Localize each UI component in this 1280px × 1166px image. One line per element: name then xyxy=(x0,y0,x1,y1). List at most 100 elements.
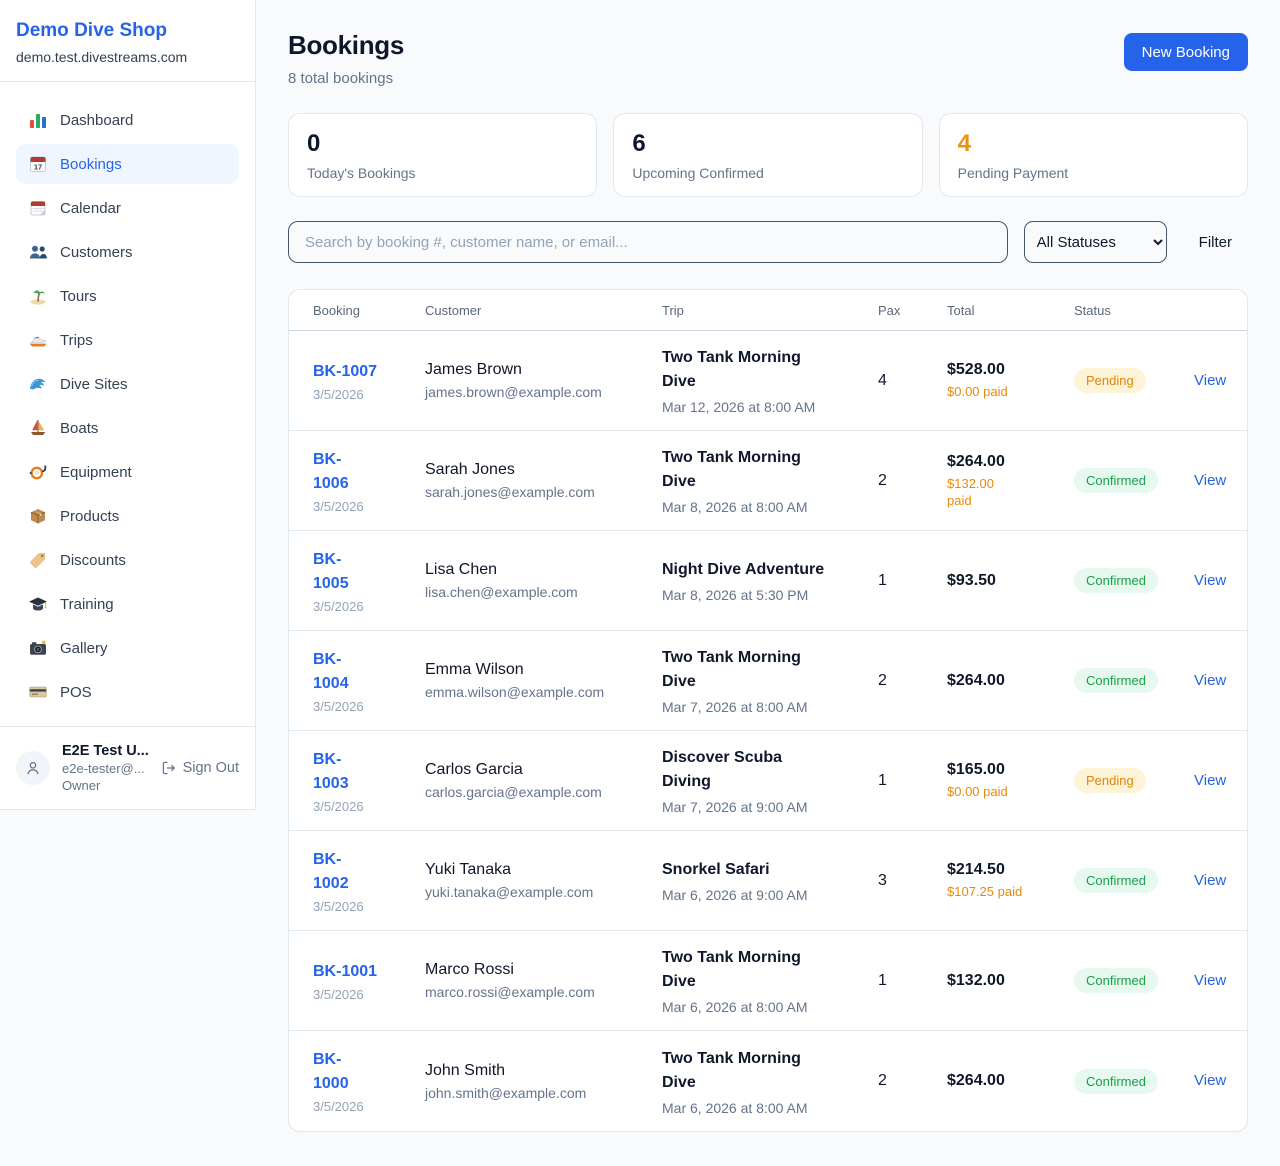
shop-name: Demo Dive Shop xyxy=(16,20,239,42)
view-cell: View xyxy=(1170,958,1247,1004)
stat-label: Pending Payment xyxy=(958,165,1229,181)
booking-date: 3/5/2026 xyxy=(313,499,401,514)
booking-ref-link[interactable]: BK-1007 xyxy=(313,360,377,384)
sign-out-button[interactable]: Sign Out xyxy=(161,760,239,776)
column-header-pax: Pax xyxy=(854,290,923,330)
sidebar-item-training[interactable]: Training xyxy=(16,584,239,624)
booking-ref-link[interactable]: BK-1001 xyxy=(313,960,377,984)
customer-cell: Yuki Tanaka yuki.tanaka@example.com xyxy=(401,847,638,914)
trip-name: Two Tank MorningDive xyxy=(662,446,854,494)
stats-row: 0 Today's Bookings 6 Upcoming Confirmed … xyxy=(288,113,1248,197)
view-link[interactable]: View xyxy=(1194,672,1226,689)
view-cell: View xyxy=(1170,358,1247,404)
page-title-block: Bookings 8 total bookings xyxy=(288,30,404,87)
sidebar-item-gallery[interactable]: Gallery xyxy=(16,628,239,668)
booking-ref-link[interactable]: BK-1003 xyxy=(313,748,349,796)
view-link[interactable]: View xyxy=(1194,772,1226,789)
sidebar-item-dashboard[interactable]: Dashboard xyxy=(16,100,239,140)
table-row: BK-1000 3/5/2026 John Smith john.smith@e… xyxy=(289,1031,1247,1131)
sidebar-item-products[interactable]: Products xyxy=(16,496,239,536)
total-amount: $528.00 xyxy=(947,361,1050,379)
stat-card: 4 Pending Payment xyxy=(939,113,1248,197)
stat-card: 0 Today's Bookings xyxy=(288,113,597,197)
view-link[interactable]: View xyxy=(1194,1072,1226,1089)
sidebar-item-bookings[interactable]: 17 Bookings xyxy=(16,144,239,184)
new-booking-button[interactable]: New Booking xyxy=(1124,33,1248,71)
status-cell: Confirmed xyxy=(1050,854,1170,907)
sidebar-item-equipment[interactable]: Equipment xyxy=(16,452,239,492)
sidebar-item-calendar[interactable]: Calendar xyxy=(16,188,239,228)
trip-cell: Two Tank MorningDive Mar 8, 2026 at 8:00… xyxy=(638,432,854,529)
status-badge: Pending xyxy=(1074,768,1146,793)
user-email: e2e-tester@... xyxy=(62,761,149,776)
table-row: BK-1001 3/5/2026 Marco Rossi marco.rossi… xyxy=(289,931,1247,1031)
column-header-booking: Booking xyxy=(289,290,401,330)
status-badge: Confirmed xyxy=(1074,868,1158,893)
column-header-trip: Trip xyxy=(638,290,854,330)
trip-name: Two Tank MorningDive xyxy=(662,346,854,394)
status-badge: Confirmed xyxy=(1074,668,1158,693)
total-amount: $165.00 xyxy=(947,761,1050,779)
page-header: Bookings 8 total bookings New Booking xyxy=(288,30,1248,87)
sidebar-item-label: POS xyxy=(60,684,92,701)
booking-date: 3/5/2026 xyxy=(313,799,401,814)
total-amount: $264.00 xyxy=(947,1072,1050,1090)
booking-ref-link[interactable]: BK-1004 xyxy=(313,648,349,696)
stat-label: Today's Bookings xyxy=(307,165,578,181)
trip-datetime: Mar 7, 2026 at 8:00 AM xyxy=(662,699,854,715)
sidebar-item-label: Boats xyxy=(60,420,98,437)
view-link[interactable]: View xyxy=(1194,872,1226,889)
booking-cell: BK-1004 3/5/2026 xyxy=(289,634,401,728)
table-row: BK-1007 3/5/2026 James Brown james.brown… xyxy=(289,331,1247,431)
wave-icon xyxy=(28,374,48,394)
view-link[interactable]: View xyxy=(1194,472,1226,489)
sidebar-item-discounts[interactable]: Discounts xyxy=(16,540,239,580)
customer-name: James Brown xyxy=(425,361,638,379)
filter-button[interactable]: Filter xyxy=(1183,234,1248,251)
booking-cell: BK-1001 3/5/2026 xyxy=(289,946,401,1016)
booking-ref-link[interactable]: BK-1000 xyxy=(313,1048,349,1096)
status-cell: Confirmed xyxy=(1050,654,1170,707)
stat-label: Upcoming Confirmed xyxy=(632,165,903,181)
stat-value: 4 xyxy=(958,131,1229,157)
trip-datetime: Mar 8, 2026 at 5:30 PM xyxy=(662,587,854,603)
total-cell: $93.50 xyxy=(923,558,1050,604)
pax-count: 2 xyxy=(854,1058,923,1104)
customer-email: carlos.garcia@example.com xyxy=(425,784,638,800)
status-filter-select[interactable]: All Statuses xyxy=(1024,221,1167,263)
sidebar-item-pos[interactable]: POS xyxy=(16,672,239,712)
booking-cell: BK-1005 3/5/2026 xyxy=(289,534,401,628)
view-cell: View xyxy=(1170,558,1247,604)
booking-date: 3/5/2026 xyxy=(313,599,401,614)
customer-email: marco.rossi@example.com xyxy=(425,984,638,1000)
status-badge: Confirmed xyxy=(1074,968,1158,993)
booking-ref-link[interactable]: BK-1005 xyxy=(313,548,349,596)
sidebar-item-label: Products xyxy=(60,508,119,525)
search-input[interactable] xyxy=(288,221,1008,263)
sidebar-item-label: Tours xyxy=(60,288,97,305)
sidebar-item-customers[interactable]: Customers xyxy=(16,232,239,272)
customer-email: sarah.jones@example.com xyxy=(425,484,638,500)
view-link[interactable]: View xyxy=(1194,972,1226,989)
total-amount: $214.50 xyxy=(947,861,1050,879)
customer-name: Marco Rossi xyxy=(425,961,638,979)
sidebar-item-trips[interactable]: Trips xyxy=(16,320,239,360)
view-link[interactable]: View xyxy=(1194,372,1226,389)
trip-name: Two Tank MorningDive xyxy=(662,646,854,694)
booking-ref-link[interactable]: BK-1006 xyxy=(313,448,349,496)
user-info: E2E Test U... e2e-tester@... Owner xyxy=(62,743,149,793)
customer-name: Lisa Chen xyxy=(425,561,638,579)
paid-amount: $107.25 paid xyxy=(947,883,1050,900)
booking-ref-link[interactable]: BK-1002 xyxy=(313,848,349,896)
trip-name: Discover ScubaDiving xyxy=(662,746,854,794)
sidebar-item-label: Dive Sites xyxy=(60,376,128,393)
view-link[interactable]: View xyxy=(1194,572,1226,589)
filter-row: All Statuses Filter xyxy=(288,221,1248,263)
status-cell: Confirmed xyxy=(1050,954,1170,1007)
sidebar-item-boats[interactable]: Boats xyxy=(16,408,239,448)
booking-date: 3/5/2026 xyxy=(313,387,401,402)
customer-email: james.brown@example.com xyxy=(425,384,638,400)
sidebar-item-tours[interactable]: Tours xyxy=(16,276,239,316)
sidebar-item-dive-sites[interactable]: Dive Sites xyxy=(16,364,239,404)
trip-cell: Two Tank MorningDive Mar 12, 2026 at 8:0… xyxy=(638,332,854,429)
